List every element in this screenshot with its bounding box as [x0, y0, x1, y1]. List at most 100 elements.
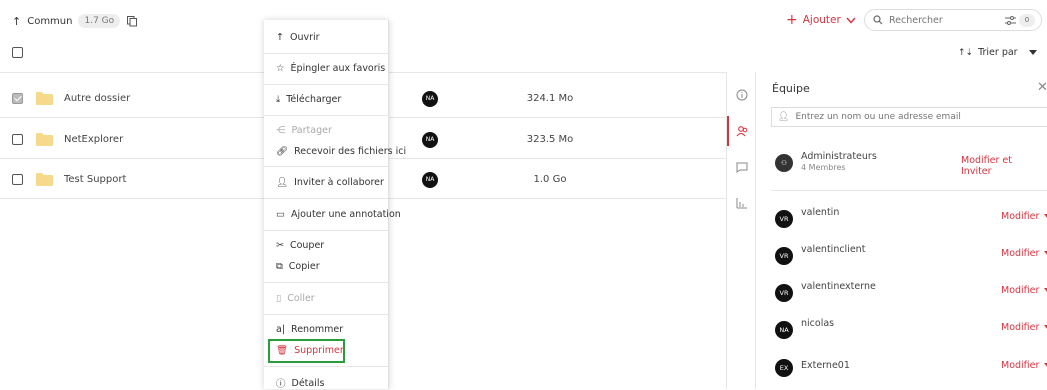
group-name: Administrateurs	[801, 151, 877, 162]
owner-avatar: NA	[422, 132, 438, 148]
member-item: NA nicolas Modifier	[775, 315, 1047, 345]
member-item: EX Externe01 Modifier	[775, 353, 1047, 383]
scissors-icon: ✂︎	[276, 240, 284, 251]
add-button[interactable]: + Ajouter	[786, 12, 856, 28]
member-avatar: VR	[775, 210, 793, 228]
member-action-label: Modifier	[1001, 322, 1040, 333]
member-avatar: NA	[775, 321, 793, 339]
team-icon	[736, 125, 748, 136]
menu-item-download[interactable]: ⤓ Télécharger	[276, 94, 341, 105]
sort-icon: ↑⇣	[958, 47, 974, 58]
add-button-label: Ajouter	[802, 14, 841, 26]
info-icon: ⓘ	[276, 379, 286, 390]
menu-item-label: Copier	[288, 261, 320, 272]
menu-item-cut[interactable]: ✂︎ Couper	[276, 240, 324, 251]
member-item: VR valentinexterne Modifier	[775, 278, 1047, 308]
add-user-icon: 👤︎	[276, 177, 289, 188]
member-name: Externe01	[801, 360, 850, 371]
breadcrumb-label[interactable]: Commun	[27, 16, 72, 27]
menu-item-copy[interactable]: ⧉ Copier	[276, 261, 320, 272]
share-icon: ⋲	[276, 125, 286, 136]
menu-item-receive[interactable]: 🔗︎ Recevoir des fichiers ici	[276, 146, 406, 157]
menu-item-label: Télécharger	[286, 94, 342, 105]
filter-icon[interactable]	[1005, 16, 1016, 25]
member-action-button[interactable]: Modifier	[1001, 360, 1047, 371]
menu-item-share[interactable]: ⋲ Partager	[276, 125, 332, 136]
tab-stats[interactable]	[727, 188, 756, 218]
member-action-button[interactable]: Modifier	[1001, 322, 1047, 333]
group-member-count: 4 Membres	[801, 163, 846, 172]
side-tabs	[726, 72, 756, 389]
member-action-button[interactable]: Modifier	[1001, 211, 1047, 222]
member-name: valentinclient	[801, 244, 866, 255]
menu-item-label: Ajouter une annotation	[290, 209, 401, 220]
tab-comments[interactable]	[727, 152, 756, 182]
sort-label: Trier par	[978, 47, 1018, 58]
top-bar: ↑ Commun 1.7 Go + Ajouter 0	[0, 0, 1047, 42]
search-icon	[873, 15, 883, 25]
panel-title: Équipe	[772, 82, 810, 95]
highlight-box	[268, 339, 345, 363]
menu-item-pin[interactable]: ☆ Épingler aux favoris	[276, 63, 385, 74]
sort-dropdown-icon	[1028, 50, 1037, 55]
menu-item-paste[interactable]: ▯ Coller	[276, 293, 315, 304]
plus-icon: +	[786, 12, 798, 28]
folder-icon	[36, 92, 53, 105]
menu-item-label: Ouvrir	[289, 32, 320, 43]
close-icon[interactable]: ✕	[1037, 80, 1047, 95]
member-action-button[interactable]: Modifier	[1001, 285, 1047, 296]
file-size: 323.5 Mo	[526, 134, 574, 145]
member-name: nicolas	[801, 318, 835, 329]
link-icon: 🔗︎	[276, 146, 289, 157]
member-name: valentinexterne	[801, 281, 876, 292]
filter-count-badge: 0	[1019, 14, 1035, 27]
row-checkbox[interactable]	[12, 93, 23, 104]
member-search-field[interactable]: 👤︎	[771, 107, 1047, 127]
arrow-up-icon: ↑	[276, 32, 284, 43]
row-checkbox[interactable]	[12, 174, 23, 185]
member-item: VR valentinclient Modifier	[775, 241, 1047, 271]
folder-size-badge: 1.7 Go	[78, 14, 121, 28]
tab-info[interactable]	[727, 80, 756, 110]
star-icon: ☆	[276, 63, 285, 74]
file-name[interactable]: NetExplorer	[64, 134, 123, 145]
sort-control[interactable]: ↑⇣ Trier par	[958, 47, 1037, 58]
member-action-button[interactable]: Modifier	[1001, 248, 1047, 259]
member-item: VR valentin Modifier	[775, 204, 1047, 234]
menu-item-label: Détails	[291, 377, 325, 389]
search-box[interactable]: 0	[864, 9, 1042, 31]
member-avatar: EX	[775, 359, 793, 377]
select-all-checkbox[interactable]	[12, 47, 23, 58]
menu-item-label: Inviter à collaborer	[294, 177, 384, 188]
menu-item-details[interactable]: ⓘ Détails	[276, 376, 324, 390]
member-action-label: Modifier	[1001, 285, 1040, 296]
menu-item-open[interactable]: ↑ Ouvrir	[276, 32, 320, 43]
row-checkbox[interactable]	[12, 134, 23, 145]
copy-link-icon[interactable]	[126, 15, 138, 27]
group-avatar-icon: ⚇	[775, 154, 793, 172]
arrow-up-icon[interactable]: ↑	[12, 15, 21, 28]
menu-item-label: Couper	[289, 240, 325, 251]
tab-team[interactable]	[727, 116, 756, 146]
member-name: valentin	[801, 207, 840, 218]
comment-icon: ▭	[276, 209, 285, 220]
menu-item-annotate[interactable]: ▭ Ajouter une annotation	[276, 209, 401, 220]
breadcrumb[interactable]: ↑ Commun 1.7 Go	[12, 14, 138, 28]
member-avatar: VR	[775, 284, 793, 302]
chevron-down-icon	[846, 17, 856, 24]
menu-item-invite[interactable]: 👤︎ Inviter à collaborer	[276, 177, 384, 188]
menu-item-label: Renommer	[291, 324, 344, 335]
menu-item-rename[interactable]: a| Renommer	[276, 324, 343, 335]
file-size: 1.0 Go	[533, 174, 567, 185]
info-icon	[736, 89, 747, 101]
search-input[interactable]	[889, 14, 989, 26]
file-name[interactable]: Autre dossier	[64, 93, 130, 104]
rename-icon: a|	[276, 324, 286, 335]
folder-icon	[36, 173, 53, 186]
add-user-icon: 👤︎	[778, 112, 790, 122]
file-name[interactable]: Test Support	[64, 174, 126, 185]
group-action-button[interactable]: Modifier et Inviter	[961, 155, 1047, 177]
member-search-input[interactable]	[795, 112, 996, 122]
member-avatar: VR	[775, 247, 793, 265]
team-panel: Équipe ✕ 👤︎ ⚇ Administrateurs 4 Membres …	[757, 72, 1047, 389]
